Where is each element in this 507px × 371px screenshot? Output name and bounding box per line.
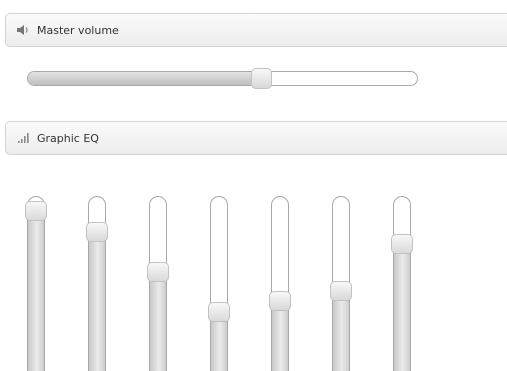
eq-band-handle[interactable]	[269, 290, 291, 311]
eq-band-handle[interactable]	[391, 233, 413, 254]
eq-band-slider[interactable]	[330, 196, 352, 371]
eq-band-slider[interactable]	[269, 196, 291, 371]
eq-band-handle[interactable]	[330, 281, 352, 301]
eq-band-track[interactable]	[149, 196, 167, 371]
eq-band-fill	[150, 271, 166, 371]
eq-band-fill	[394, 242, 410, 371]
eq-band-handle[interactable]	[147, 262, 169, 282]
master-volume-handle[interactable]	[251, 68, 273, 89]
master-volume-title: Master volume	[37, 23, 119, 37]
eq-band-fill	[28, 210, 44, 371]
eq-band-slider[interactable]	[25, 196, 47, 371]
master-volume-fill	[28, 72, 263, 85]
app-page: Master volume Graphic EQ	[0, 0, 507, 371]
eq-band-track[interactable]	[27, 196, 45, 371]
eq-band-handle[interactable]	[25, 201, 47, 222]
speaker-icon	[16, 24, 30, 36]
eq-band-fill	[89, 231, 105, 371]
eq-band-slider[interactable]	[391, 196, 413, 371]
graphic-eq-title: Graphic EQ	[37, 131, 99, 145]
master-volume-header: Master volume	[5, 13, 507, 47]
eq-band-slider[interactable]	[147, 196, 169, 371]
master-volume-slider[interactable]	[27, 68, 418, 89]
master-volume-track[interactable]	[27, 71, 418, 86]
eq-band-track[interactable]	[393, 196, 411, 371]
eq-band-handle[interactable]	[208, 301, 230, 322]
eq-band-track[interactable]	[271, 196, 289, 371]
eq-band-track[interactable]	[210, 196, 228, 371]
eq-band-fill	[333, 290, 349, 371]
graphic-eq-header: Graphic EQ	[5, 121, 507, 155]
eq-band-handle[interactable]	[86, 222, 108, 243]
signal-bars-icon	[16, 132, 30, 144]
eq-band-slider[interactable]	[208, 196, 230, 371]
eq-band-slider[interactable]	[86, 196, 108, 371]
